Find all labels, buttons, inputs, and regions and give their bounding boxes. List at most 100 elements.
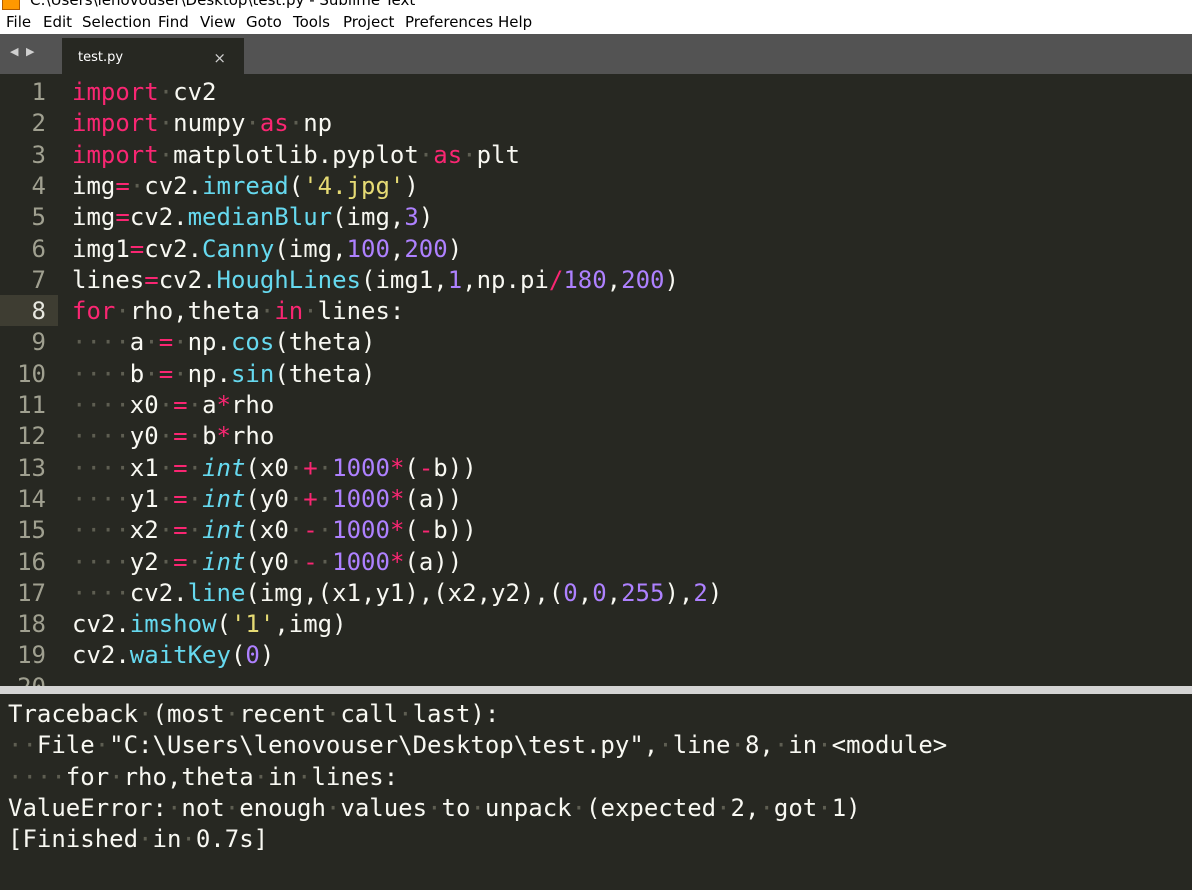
code-token: = [173,516,188,545]
code-line[interactable]: 9 ····a·=·np.cos(theta) [0,326,1192,357]
menu-preferences[interactable]: Preferences [405,13,493,31]
code-token: - [418,516,434,545]
code-line[interactable]: 17 ····cv2.line(img,(x1,y1),(x2,y2),(0,0,… [0,577,1192,608]
code-token: · [418,140,434,169]
code-token: = [173,422,188,451]
code-token: * [216,422,231,451]
code-text: import·matplotlib.pyplot·as·plt [72,141,520,169]
code-token: + [303,453,318,482]
line-number: 6 [31,234,46,263]
menu-goto[interactable]: Goto [246,13,282,31]
code-token: cv2. [129,203,188,232]
code-token: ···· [72,391,130,419]
code-line[interactable]: 7 lines=cv2.HoughLines(img1,1,np.pi/180,2… [0,264,1192,295]
code-token: cv2. [144,171,203,200]
code-text: cv2.waitKey(0) [72,641,274,669]
code-token: · [245,109,260,138]
code-line[interactable]: 5 img=cv2.medianBlur(img,3) [0,201,1192,232]
code-line[interactable]: 6 img1=cv2.Canny(img,100,200) [0,233,1192,264]
line-number: 5 [31,203,46,232]
menu-view[interactable]: View [200,13,236,31]
code-token: · [288,484,304,513]
code-token: x2 [129,516,159,545]
tab-nav-arrows-icon[interactable]: ◀ ▶ [10,45,36,58]
code-token: 1000 [332,547,390,576]
code-token: · [144,328,159,357]
code-token: ···· [72,422,130,451]
line-number: 17 [17,578,46,607]
code-token: ···· [72,516,130,545]
code-token: · [288,547,304,576]
code-token: Canny [202,234,275,263]
code-token: in [274,297,304,326]
code-token: np. [187,359,231,388]
line-number-gutter: 8 [0,295,58,327]
menu-file[interactable]: File [6,13,31,31]
code-token: = [173,547,188,576]
menu-selection[interactable]: Selection [82,13,151,31]
code-line[interactable]: 19 cv2.waitKey(0) [0,639,1192,670]
code-token: cv2. [158,265,217,294]
code-token: = [173,453,188,482]
line-number: 18 [17,610,46,639]
code-token: · [115,297,130,326]
code-editor[interactable]: 1 import·cv2 2 import·numpy·as·np 3 import·ma… [0,74,1192,686]
code-token: cv2. [72,641,130,670]
code-token: ), [664,578,694,607]
code-line[interactable]: 13 ····x1·=·int(x0·+·1000*(-b)) [0,452,1192,483]
menu-find[interactable]: Find [158,13,189,31]
line-number-gutter: 5 [0,201,58,232]
code-token: · [158,453,174,482]
code-token: 255 [621,578,665,607]
code-token: 180 [563,265,607,294]
code-token: · [317,516,333,545]
tab-test-py[interactable]: test.py × [62,38,244,74]
menu-project[interactable]: Project [343,13,394,31]
code-line[interactable]: 11 ····x0·=·a*rho [0,389,1192,420]
menu-help[interactable]: Help [498,13,532,31]
code-token: · [187,453,203,482]
code-token: · [187,422,203,451]
code-text: ····cv2.line(img,(x1,y1),(x2,y2),(0,0,25… [72,579,722,607]
code-token: * [389,484,405,513]
code-line[interactable]: 12 ····y0·=·b*rho [0,420,1192,451]
line-number-gutter: 3 [0,139,58,170]
code-token: = [173,484,188,513]
menu-edit[interactable]: Edit [43,13,72,31]
code-line[interactable]: 18 cv2.imshow('1',img) [0,608,1192,639]
line-number: 12 [17,422,46,451]
code-line[interactable]: 15 ····x2·=·int(x0·-·1000*(-b)) [0,514,1192,545]
code-line[interactable]: 1 import·cv2 [0,76,1192,107]
code-line[interactable]: 10 ····b·=·np.sin(theta) [0,358,1192,389]
line-number-gutter: 12 [0,420,58,451]
code-token: * [389,516,405,545]
code-line[interactable]: 16 ····y2·=·int(y0·-·1000*(a)) [0,546,1192,577]
code-token: 200 [404,234,448,263]
code-token: plt [476,140,520,169]
code-line[interactable]: 20 [0,671,1192,686]
code-token: x1 [129,453,159,482]
code-line[interactable]: 8 for·rho,theta·in·lines: [0,295,1192,327]
code-token: · [187,391,203,419]
code-line[interactable]: 14 ····y1·=·int(y0·+·1000*(a)) [0,483,1192,514]
line-number-gutter: 1 [0,76,58,107]
code-text: ····x0·=·a*rho [72,391,274,419]
code-token: line [187,578,246,607]
code-token: import [72,78,159,106]
panel-divider[interactable] [0,686,1192,694]
code-line[interactable]: 3 import·matplotlib.pyplot·as·plt [0,139,1192,170]
code-token: + [303,484,318,513]
line-number: 11 [17,391,46,419]
code-line[interactable]: 2 import·numpy·as·np [0,107,1192,138]
menu-tools[interactable]: Tools [293,13,330,31]
code-token: 0 [245,641,260,670]
line-number-gutter: 7 [0,264,58,295]
code-line[interactable]: 4 img=·cv2.imread('4.jpg') [0,170,1192,201]
line-number-gutter: 18 [0,608,58,639]
line-number-gutter: 15 [0,514,58,545]
code-token: (theta) [274,328,376,357]
line-number: 1 [31,78,46,106]
line-number-gutter: 9 [0,326,58,357]
close-tab-icon[interactable]: × [213,49,226,67]
code-token: (img, [274,234,347,263]
